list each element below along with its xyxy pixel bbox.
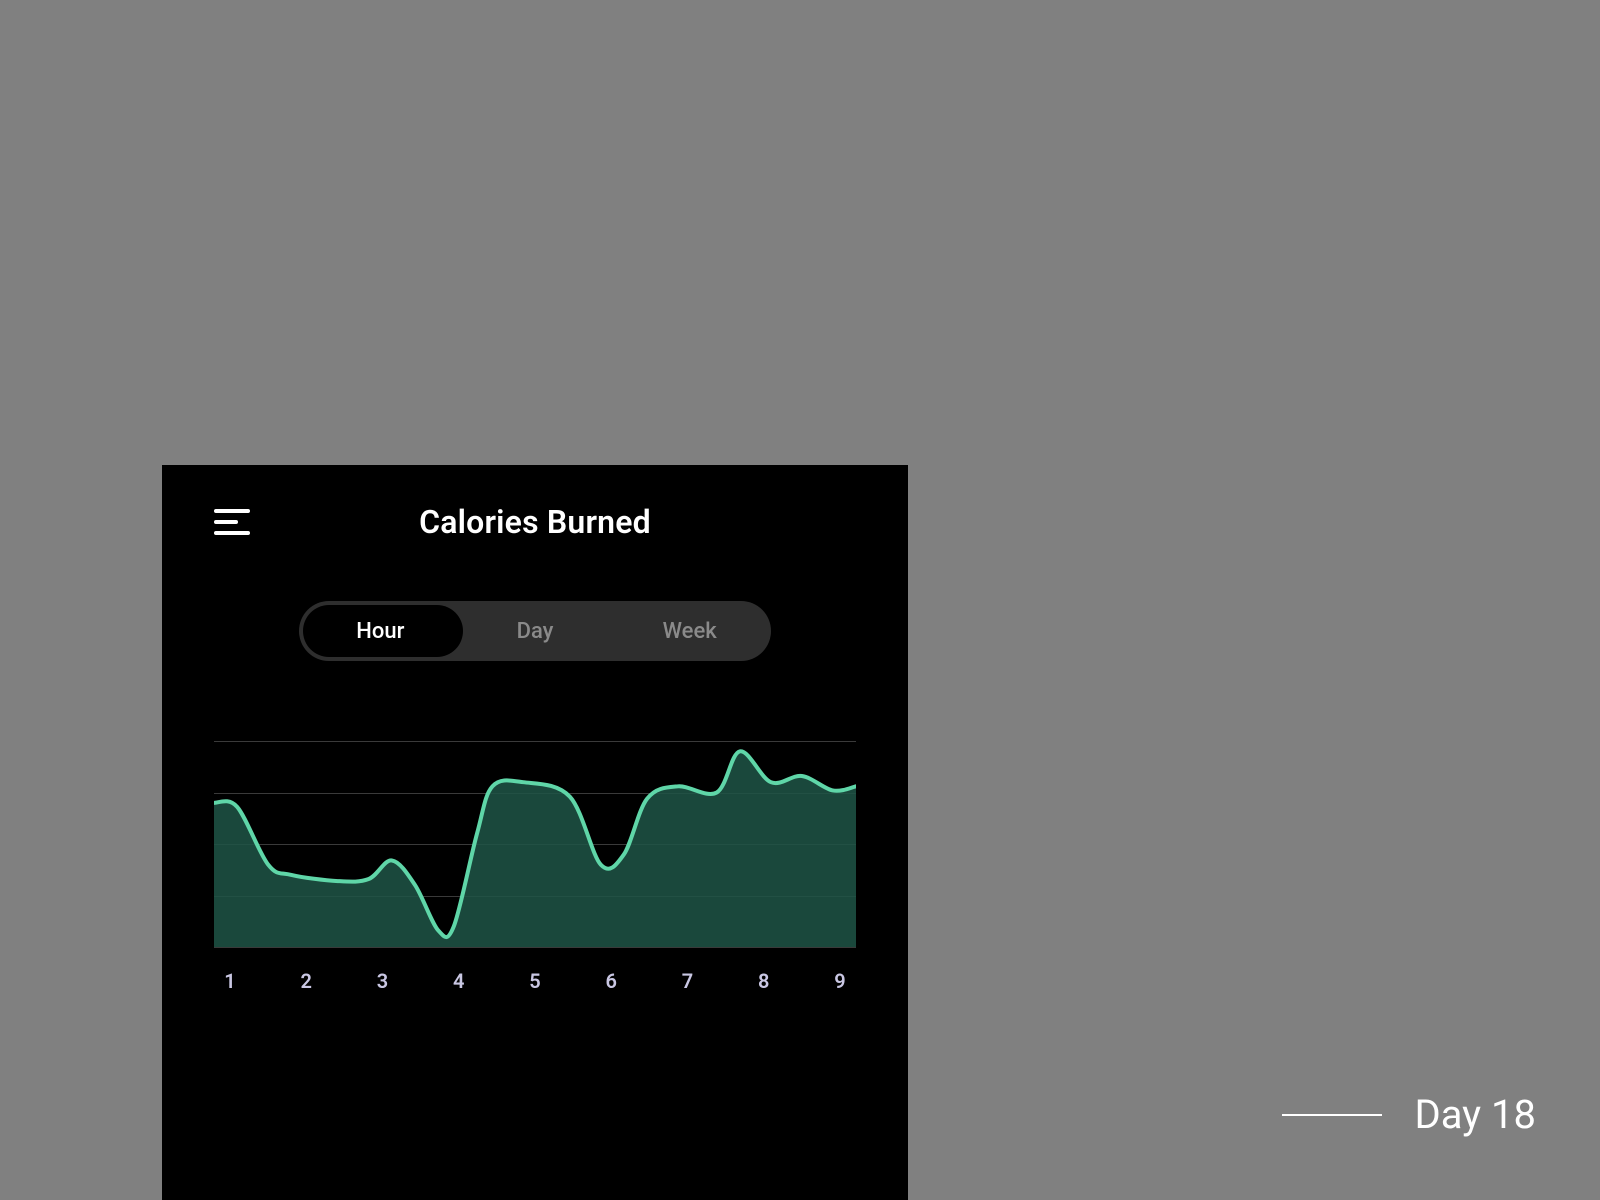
x-tick-label: 6 [601, 969, 621, 993]
footer-rule [1282, 1114, 1382, 1116]
segmented-option-day[interactable]: Day [458, 619, 613, 644]
app-card: Calories Burned Hour Day Week 1 2 3 4 5 6 7 8 9 [162, 465, 908, 1200]
chart-gridline [214, 947, 856, 948]
page-title: Calories Burned [214, 503, 856, 541]
x-tick-label: 5 [525, 969, 545, 993]
footer-label: Day 18 [1414, 1091, 1536, 1138]
time-range-segmented[interactable]: Hour Day Week [299, 601, 771, 661]
x-tick-label: 1 [220, 969, 240, 993]
x-tick-label: 4 [449, 969, 469, 993]
segmented-option-hour[interactable]: Hour [303, 619, 458, 644]
x-tick-label: 9 [830, 969, 850, 993]
footer: Day 18 [1282, 1091, 1536, 1138]
x-tick-label: 7 [678, 969, 698, 993]
chart-container: 1 2 3 4 5 6 7 8 9 [214, 741, 856, 993]
calories-area-chart [214, 741, 856, 947]
x-tick-label: 2 [296, 969, 316, 993]
segmented-option-week[interactable]: Week [612, 619, 767, 644]
x-tick-label: 3 [373, 969, 393, 993]
x-tick-label: 8 [754, 969, 774, 993]
app-header: Calories Burned [162, 465, 908, 549]
chart-x-axis: 1 2 3 4 5 6 7 8 9 [214, 969, 856, 993]
